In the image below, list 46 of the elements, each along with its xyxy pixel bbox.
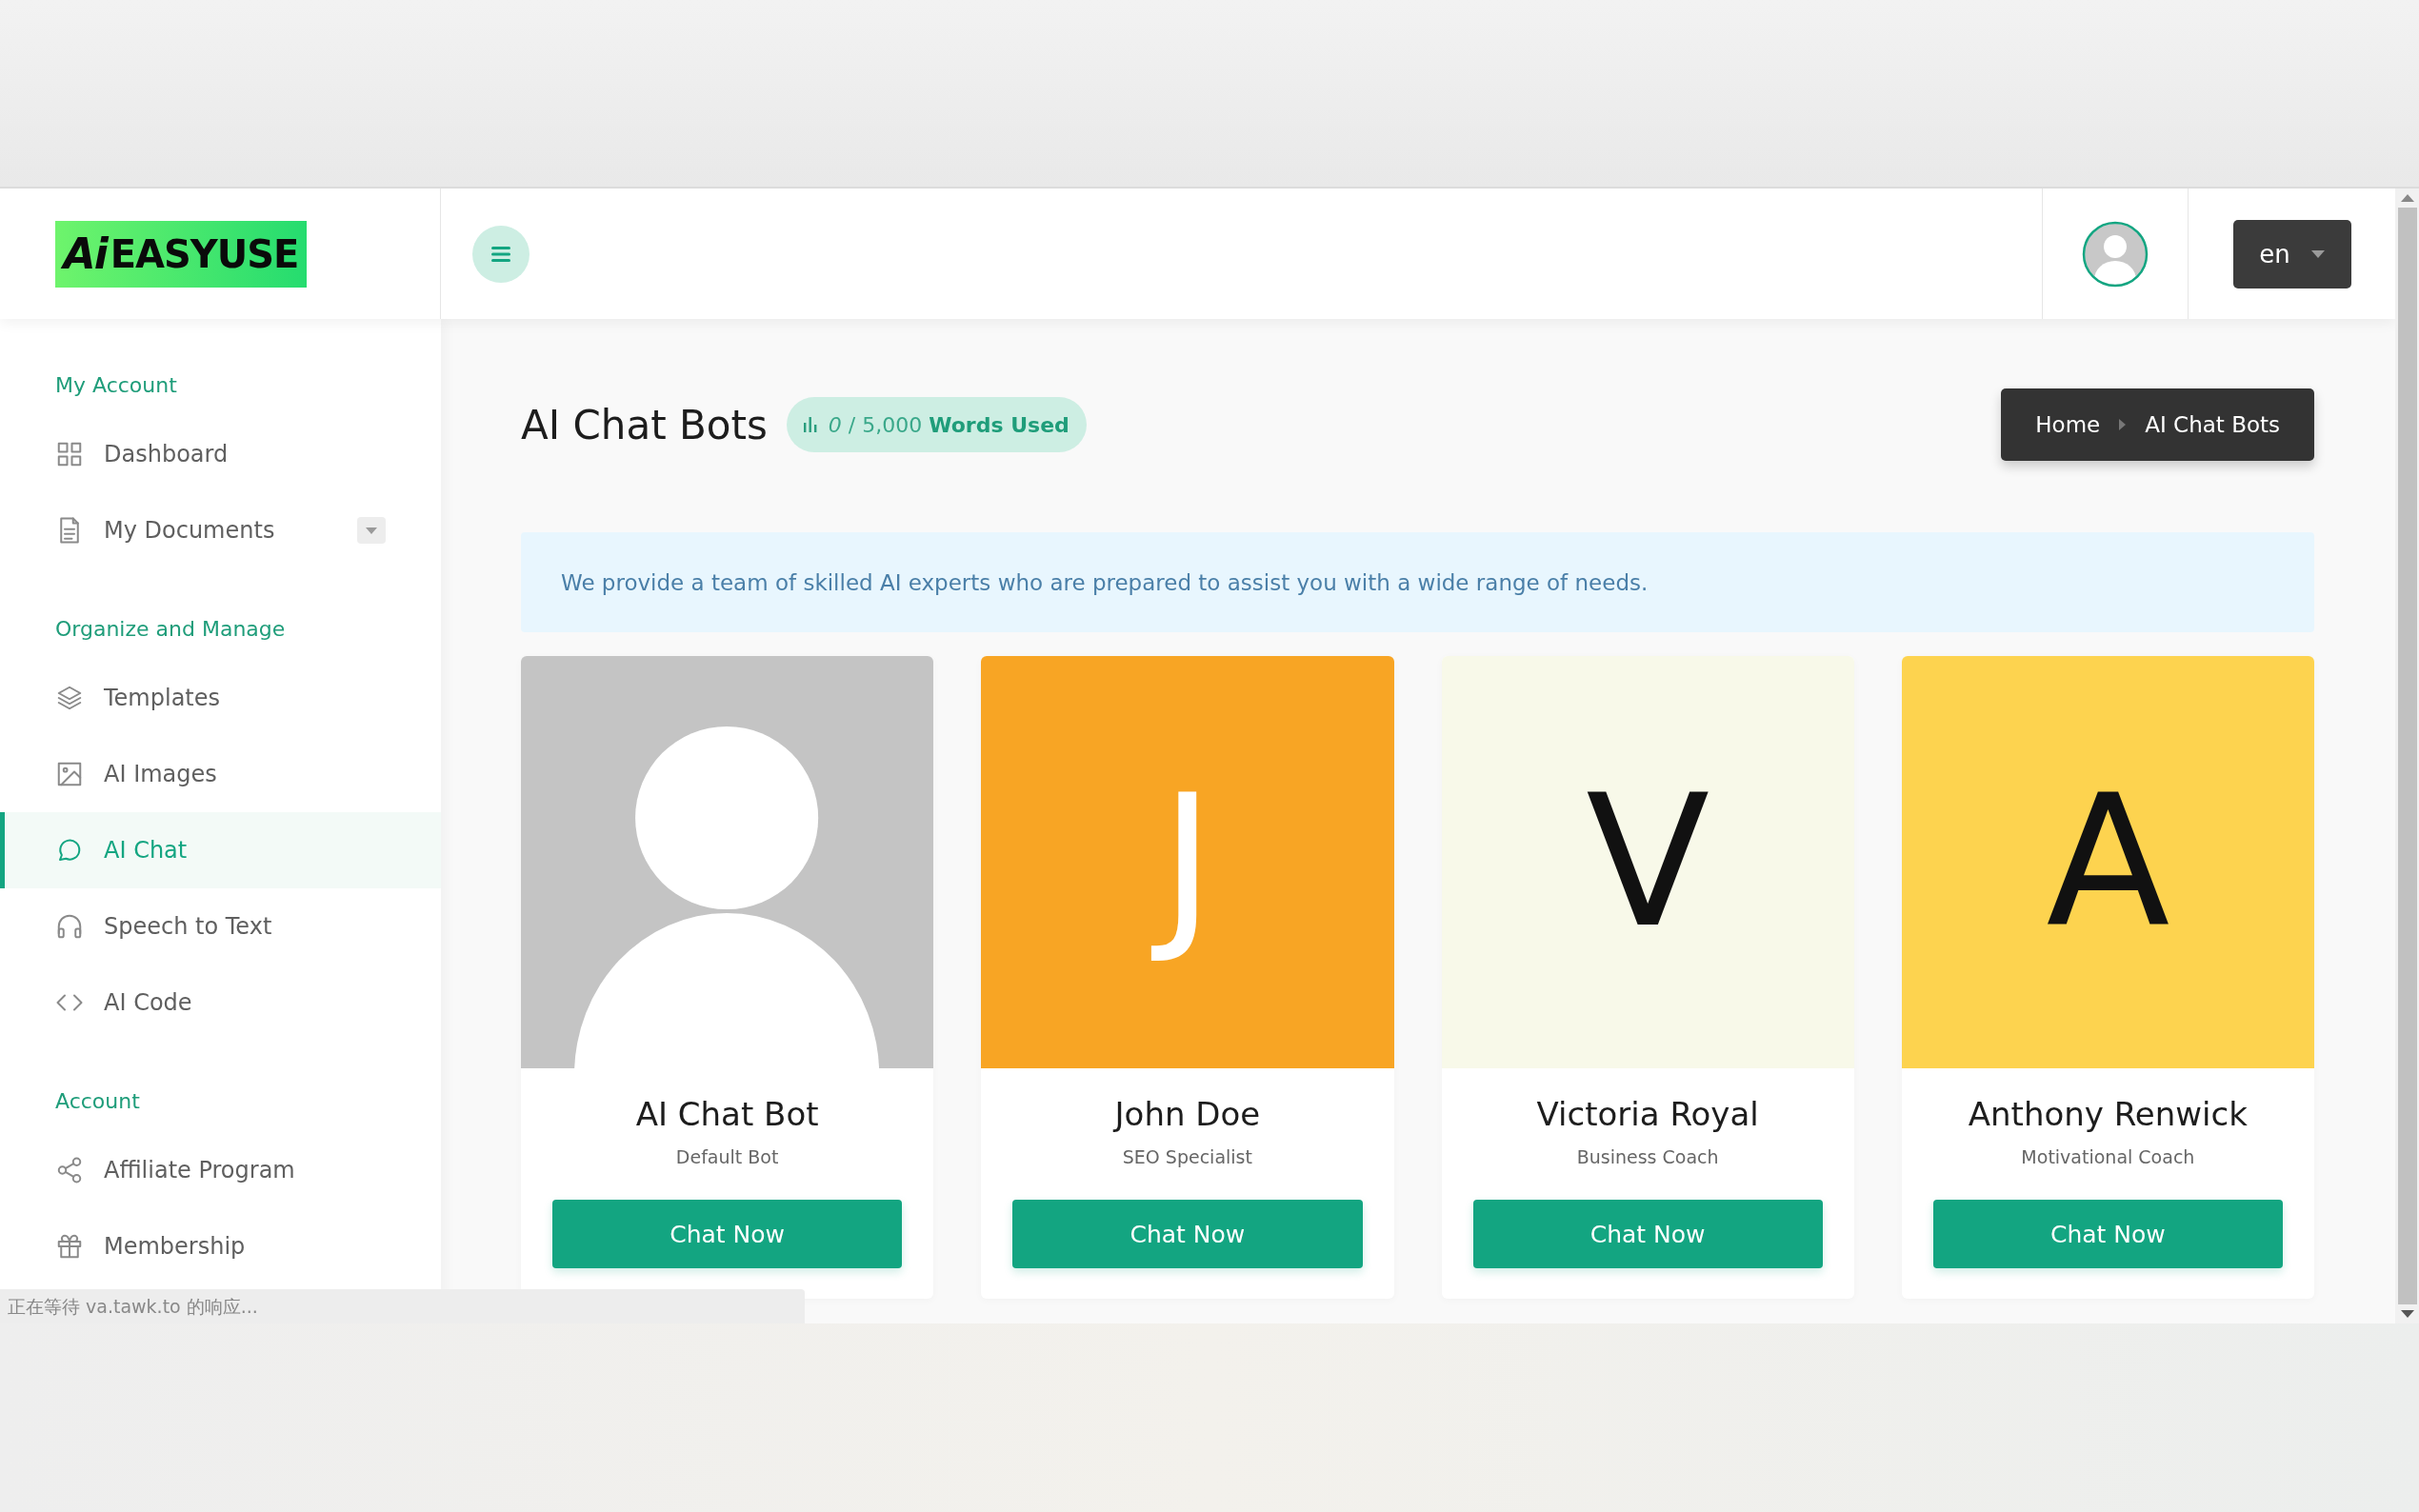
sidebar-item[interactable]: Templates (0, 660, 441, 736)
sidebar-heading: My Account (54, 372, 178, 399)
bot-name: AI Chat Bot (635, 1095, 819, 1133)
bot-name: Victoria Royal (1536, 1095, 1759, 1133)
sidebar-item[interactable]: Speech to Text (0, 888, 441, 965)
caret-icon (366, 527, 377, 534)
breadcrumb-link[interactable]: Home (2035, 412, 2101, 437)
sidebar-item[interactable]: Affiliate Program (0, 1132, 441, 1208)
chevron-icon (2119, 419, 2127, 430)
bot-role: SEO Specialist (1122, 1146, 1252, 1167)
info-text: We provide a team of skilled AI experts who are prepared to assist you with a wide range of needs. (561, 569, 1649, 595)
grid-icon (55, 440, 84, 468)
letter-avatar: J (981, 656, 1394, 1068)
language-dropdown[interactable]: en (2232, 219, 2351, 288)
sidebar-item[interactable]: My Documents (0, 492, 441, 568)
scroll-down-icon[interactable] (2400, 1310, 2414, 1318)
letter-avatar: A (1901, 656, 2314, 1068)
letter-avatar: V (1441, 656, 1854, 1068)
bot-role: Motivational Coach (2021, 1146, 2195, 1167)
bot-role: Default Bot (675, 1146, 779, 1167)
image-icon (55, 760, 84, 788)
scroll-up-icon[interactable] (2400, 194, 2414, 202)
caret-icon (2310, 249, 2325, 258)
bot-role: Business Coach (1576, 1146, 1719, 1167)
user-avatar-icon[interactable] (2082, 220, 2149, 288)
expand-button[interactable] (357, 517, 386, 544)
bar-chart-icon (803, 417, 817, 432)
sidebar-item[interactable]: Membership (0, 1208, 441, 1284)
sidebar-heading: Organize and Manage (54, 616, 287, 643)
words-used-text: 0 / 5,000 Words Used (828, 412, 1070, 437)
bot-name: John Doe (1114, 1095, 1261, 1133)
gift-icon (55, 1232, 84, 1261)
bot-name: Anthony Renwick (1968, 1095, 2248, 1133)
sidebar-item[interactable]: Dashboard (0, 416, 441, 492)
layers-icon (55, 684, 84, 712)
status-bar: 正在等待 va.tawk.to 的响应... (0, 1289, 805, 1323)
sidebar-item[interactable]: AI Images (0, 736, 441, 812)
sidebar-item[interactable]: AI Code (0, 965, 441, 1041)
share-icon (55, 1156, 84, 1184)
breadcrumb-link[interactable]: AI Chat Bots (2145, 412, 2280, 437)
sidebar-heading: Account (54, 1088, 141, 1115)
page-title: AI Chat Bots (521, 401, 768, 448)
headphones-icon (55, 912, 84, 941)
menu-icon (491, 246, 510, 262)
logo[interactable]: AiEASYUSE (55, 220, 307, 288)
scrollbar[interactable] (2395, 189, 2419, 1323)
